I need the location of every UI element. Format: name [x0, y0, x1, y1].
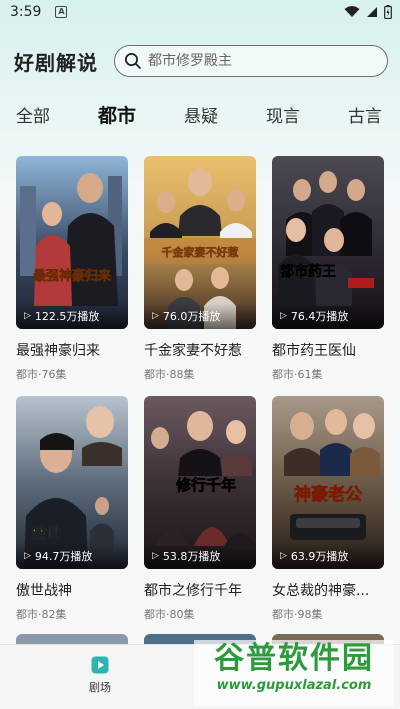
drama-meta: 都市·82集 — [16, 608, 67, 621]
drama-meta: 都市·61集 — [272, 368, 323, 381]
status-icons — [344, 5, 392, 19]
tab-ancient-romance[interactable]: 古言 — [348, 102, 382, 127]
search-bar[interactable] — [114, 45, 388, 77]
drama-poster[interactable]: 千金家妻不好惹 ▷ 76.0万播放 — [144, 156, 256, 329]
play-icon: ▷ — [152, 311, 159, 321]
drama-poster[interactable]: 神豪老公 ▷ 63.9万播放 — [272, 396, 384, 569]
drama-title[interactable]: 傲世战神 — [16, 580, 128, 600]
status-time: 3:59 — [10, 4, 42, 20]
drama-title[interactable]: 都市之修行千年 — [144, 580, 256, 600]
drama-meta: 都市·88集 — [144, 368, 195, 381]
drama-card[interactable]: 千金家妻不好惹 ▷ 76.0万播放 千金家妻不好惹 都市·88集 — [144, 156, 256, 382]
drama-card[interactable]: 神豪老公 ▷ 63.9万播放 女总裁的神豪... 都市·98集 — [272, 396, 384, 622]
app-title: 好剧解说 — [14, 50, 98, 75]
tab-mystery[interactable]: 悬疑 — [184, 102, 218, 127]
drama-poster[interactable]: 都市药王 ▷ 76.4万播放 — [272, 156, 384, 329]
drama-meta: 都市·76集 — [16, 368, 67, 381]
poster-title-text: 傲世 — [32, 525, 60, 542]
drama-card[interactable]: 修行千年 ▷ 53.8万播放 都市之修行千年 都市·80集 — [144, 396, 256, 622]
drama-meta: 都市·98集 — [272, 608, 323, 621]
header: 好剧解说 — [14, 44, 388, 78]
drama-poster[interactable]: 傲世 ▷ 94.7万播放 — [16, 396, 128, 569]
nav-theater-label: 剧场 — [89, 681, 111, 694]
drama-title[interactable]: 都市药王医仙 — [272, 340, 384, 360]
drama-card[interactable]: 都市药王 ▷ 76.4万播放 都市药王医仙 都市·61集 — [272, 156, 384, 382]
poster-title-text: 都市药王 — [279, 263, 336, 280]
tab-modern-romance[interactable]: 现言 — [266, 102, 300, 127]
play-icon: ▷ — [152, 551, 159, 561]
notification-icon: A — [55, 6, 68, 18]
watermark: 谷普软件园 www.gupuxlazal.com — [194, 640, 394, 706]
play-tab-icon — [91, 656, 109, 674]
tab-city[interactable]: 都市 — [98, 101, 136, 128]
watermark-title: 谷普软件园 — [214, 641, 374, 676]
play-count: 53.8万播放 — [162, 550, 221, 563]
battery-icon — [384, 5, 392, 19]
drama-poster[interactable] — [16, 634, 128, 644]
drama-card[interactable]: 傲世 ▷ 94.7万播放 傲世战神 都市·82集 — [16, 396, 128, 622]
play-count-badge: ▷ 122.5万播放 — [16, 303, 128, 329]
drama-title[interactable]: 千金家妻不好惹 — [144, 340, 256, 360]
play-count-badge: ▷ 94.7万播放 — [16, 543, 128, 569]
tab-all[interactable]: 全部 — [16, 102, 50, 127]
play-icon: ▷ — [24, 551, 31, 561]
drama-title[interactable]: 最强神豪归来 — [16, 340, 128, 360]
drama-poster[interactable]: 修行千年 ▷ 53.8万播放 — [144, 396, 256, 569]
play-count: 122.5万播放 — [34, 310, 100, 323]
drama-card[interactable]: 最强神豪归来 ▷ 122.5万播放 最强神豪归来 都市·76集 — [16, 156, 128, 382]
play-icon: ▷ — [280, 551, 287, 561]
drama-title[interactable]: 女总裁的神豪... — [272, 580, 384, 600]
play-count: 94.7万播放 — [34, 550, 93, 563]
search-icon — [125, 53, 141, 69]
poster-title-text: 神豪老公 — [294, 484, 362, 505]
nav-theater[interactable]: 剧场 — [82, 655, 118, 695]
poster-title-text: 修行千年 — [175, 476, 236, 494]
signal-icon — [367, 7, 377, 17]
status-bar: 3:59 A — [0, 0, 400, 24]
drama-poster[interactable]: 最强神豪归来 ▷ 122.5万播放 — [16, 156, 128, 329]
search-input[interactable] — [148, 53, 348, 69]
play-icon: ▷ — [24, 311, 31, 321]
play-count-badge: ▷ 53.8万播放 — [144, 543, 256, 569]
poster-title-text: 最强神豪归来 — [33, 268, 112, 284]
play-count: 76.4万播放 — [290, 310, 349, 323]
watermark-url: www.gupuxlazal.com — [216, 678, 372, 693]
play-icon: ▷ — [280, 311, 287, 321]
poster-title-text: 千金家妻不好惹 — [162, 245, 239, 259]
play-count-badge: ▷ 76.0万播放 — [144, 303, 256, 329]
play-count: 63.9万播放 — [290, 550, 349, 563]
drama-meta: 都市·80集 — [144, 608, 195, 621]
play-count-badge: ▷ 76.4万播放 — [272, 303, 384, 329]
play-count-badge: ▷ 63.9万播放 — [272, 543, 384, 569]
category-tabs: 全部 都市 悬疑 现言 古言 — [0, 100, 400, 128]
play-count: 76.0万播放 — [162, 310, 221, 323]
wifi-icon — [344, 6, 360, 17]
